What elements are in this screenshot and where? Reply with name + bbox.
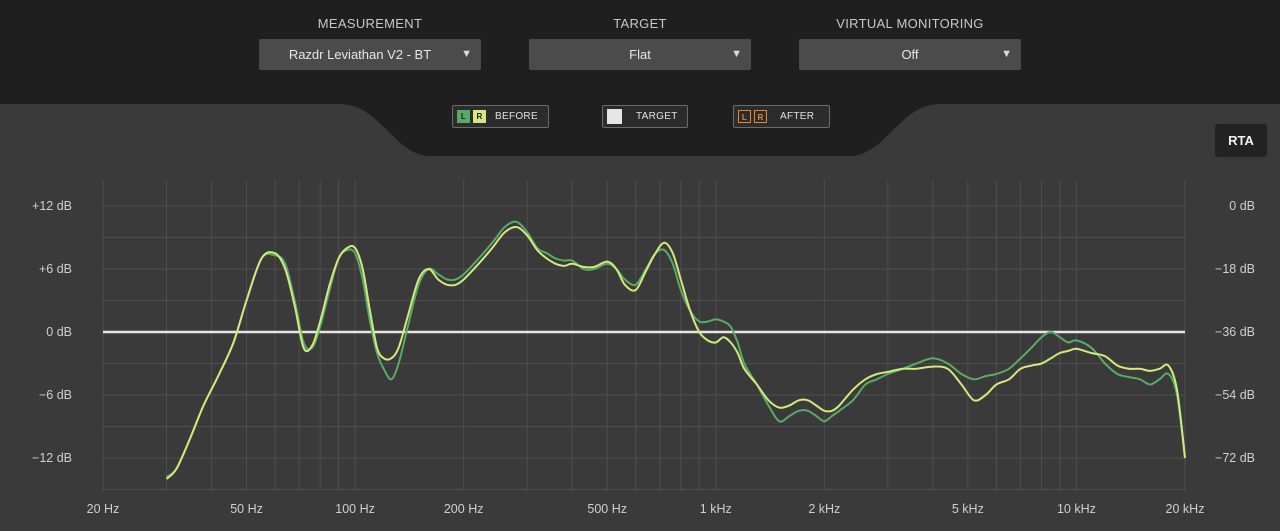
y-left-tick-label: 0 dB [46,325,72,339]
y-left-tick-label: +12 dB [32,199,72,213]
legend-target[interactable]: TARGET [602,105,688,128]
legend-after-label: AFTER [780,111,815,122]
after-left-chip[interactable]: L [738,110,751,123]
virtual-monitoring-label: VIRTUAL MONITORING [836,16,984,31]
x-tick-label: 2 kHz [808,502,840,516]
x-tick-label: 500 Hz [587,502,627,516]
triangle-down-icon: ▼ [1001,48,1012,60]
panel-background [0,104,1280,531]
legend-target-label: TARGET [636,111,678,122]
triangle-down-icon: ▼ [731,48,742,60]
y-right-tick-label: −36 dB [1215,325,1255,339]
y-left-tick-label: +6 dB [39,262,72,276]
before-left-chip[interactable]: L [457,110,470,123]
y-right-tick-label: −18 dB [1215,262,1255,276]
y-right-tick-label: −72 dB [1215,451,1255,465]
target-label: TARGET [613,16,667,31]
rta-button[interactable]: RTA [1215,124,1267,157]
x-tick-label: 10 kHz [1057,502,1096,516]
frequency-response-chart: 20 Hz 50 Hz 100 Hz 200 Hz 500 Hz 1 kHz 2 kHz 5 … [0,104,1280,531]
y-left-tick-label: −6 dB [39,388,72,402]
virtual-monitoring-group: VIRTUAL MONITORING Off ▼ [799,0,1021,70]
target-group: TARGET Flat ▼ [529,0,751,70]
legend-after[interactable]: L R AFTER [733,105,830,128]
x-tick-label: 50 Hz [230,502,263,516]
x-tick-label: 20 Hz [87,502,120,516]
y-right-tick-label: 0 dB [1229,199,1255,213]
legend-before-label: BEFORE [495,111,538,122]
target-chip[interactable] [607,109,622,124]
y-right-tick-label: −54 dB [1215,388,1255,402]
x-tick-label: 20 kHz [1166,502,1205,516]
measurement-value: Razdr Leviathan V2 - BT [288,47,432,62]
before-right-chip[interactable]: R [473,110,486,123]
virtual-monitoring-dropdown[interactable]: Off ▼ [799,39,1021,70]
x-tick-label: 5 kHz [952,502,984,516]
legend-before[interactable]: L R BEFORE [452,105,549,128]
x-tick-label: 100 Hz [335,502,375,516]
top-toolbar: MEASUREMENT Razdr Leviathan V2 - BT ▼ TA… [0,0,1280,104]
measurement-label: MEASUREMENT [317,16,423,31]
measurement-group: MEASUREMENT Razdr Leviathan V2 - BT ▼ [259,0,481,70]
after-right-chip[interactable]: R [754,110,767,123]
target-value: Flat [629,47,651,62]
y-left-tick-label: −12 dB [32,451,72,465]
measurement-dropdown[interactable]: Razdr Leviathan V2 - BT ▼ [259,39,481,70]
triangle-down-icon: ▼ [461,48,472,60]
x-tick-label: 1 kHz [700,502,732,516]
target-dropdown[interactable]: Flat ▼ [529,39,751,70]
virtual-monitoring-value: Off [901,47,919,62]
frequency-response-panel: 20 Hz 50 Hz 100 Hz 200 Hz 500 Hz 1 kHz 2 kHz 5 … [0,104,1280,531]
x-tick-label: 200 Hz [444,502,484,516]
